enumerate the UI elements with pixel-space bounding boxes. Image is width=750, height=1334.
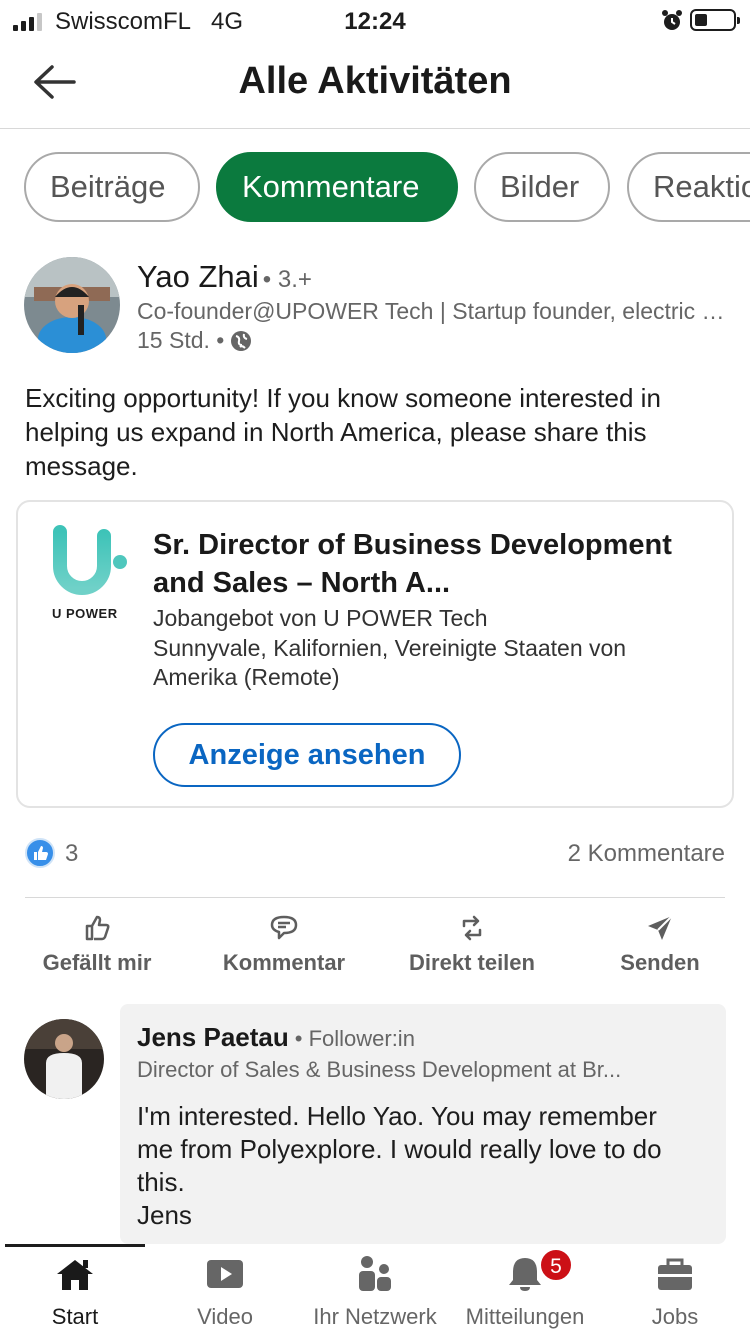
active-tab-indicator (5, 1244, 145, 1247)
comment-count[interactable]: 2 Kommentare (568, 840, 725, 868)
nav-jobs[interactable]: Jobs (630, 1252, 720, 1330)
repost-button[interactable]: Direkt teilen (395, 912, 549, 976)
comment-bubble[interactable]: Jens Paetau • Follower:in Director of Sal… (120, 1004, 726, 1244)
author-headline: Co-founder@UPOWER Tech | Startup founder… (137, 298, 732, 324)
network-icon (359, 1256, 391, 1291)
commenter-headline: Director of Sales & Business Development… (137, 1057, 622, 1082)
nav-video[interactable]: Video (180, 1252, 270, 1330)
video-icon (207, 1260, 243, 1288)
like-reaction-icon[interactable] (25, 838, 55, 868)
header: Alle Aktivitäten (0, 42, 750, 129)
clock: 12:24 (344, 8, 406, 35)
nav-network[interactable]: Ihr Netzwerk (302, 1252, 448, 1330)
status-bar: SwisscomFL 4G 12:24 (0, 0, 750, 42)
notification-badge: 5 (539, 1248, 573, 1282)
send-icon (648, 915, 673, 940)
filter-pills: Beiträge Kommentare Bilder Reaktionen (24, 152, 750, 222)
filter-pill-reaktionen[interactable]: Reaktionen (627, 152, 750, 222)
nav-jobs-label: Jobs (651, 1304, 699, 1329)
job-company: Jobangebot von U POWER Tech (153, 605, 488, 631)
connection-degree: • 3.+ (262, 266, 312, 293)
author-name[interactable]: Yao Zhai • 3.+ (137, 259, 312, 295)
nav-network-label: Ihr Netzwerk (313, 1304, 437, 1329)
alarm-icon (662, 10, 682, 30)
commenter-avatar[interactable] (24, 1019, 104, 1099)
battery-icon (690, 9, 740, 31)
commenter-name[interactable]: Jens Paetau • Follower:in (137, 1022, 415, 1053)
send-button[interactable]: Senden (608, 912, 712, 976)
post-meta: 15 Std. • (137, 327, 252, 354)
like-count[interactable]: 3 (65, 840, 78, 868)
job-title[interactable]: Sr. Director of Business Development and… (153, 526, 713, 602)
like-button[interactable]: Gefällt mir (30, 912, 164, 976)
company-logo: U POWER (48, 522, 134, 632)
comment-button[interactable]: Kommentar (210, 912, 358, 976)
logo-text: U POWER (52, 606, 118, 621)
job-card[interactable]: U POWER Sr. Director of Business Develop… (16, 500, 734, 808)
nav-start-label: Start (51, 1304, 99, 1329)
post-time: 15 Std. • (137, 327, 225, 353)
briefcase-icon (658, 1258, 692, 1290)
bottom-nav: Start Video Ihr Netzwerk Mitteilungen 5 (0, 1244, 750, 1334)
repost-button-label: Direkt teilen (409, 950, 535, 975)
like-button-label: Gefällt mir (42, 950, 152, 975)
nav-notifications-label: Mitteilungen (465, 1304, 585, 1329)
comment-text: I'm interested. Hello Yao. You may remem… (137, 1101, 662, 1230)
filter-pill-beitraege[interactable]: Beiträge (24, 152, 200, 222)
home-icon (57, 1260, 93, 1290)
divider (25, 897, 725, 898)
commenter-relation: • Follower:in (294, 1026, 415, 1051)
page-title: Alle Aktivitäten (238, 60, 512, 102)
commenter-name-text[interactable]: Jens Paetau (137, 1022, 289, 1052)
post-text: Exciting opportunity! If you know someon… (25, 383, 661, 481)
job-location: Sunnyvale, Kalifornien, Vereinigte Staat… (153, 635, 627, 690)
upower-logo-icon (53, 525, 127, 595)
globe-icon (231, 330, 252, 351)
author-avatar[interactable] (24, 257, 120, 353)
thumbs-up-icon (85, 915, 110, 941)
send-button-label: Senden (620, 950, 700, 975)
view-job-button[interactable]: Anzeige ansehen (153, 723, 461, 787)
filter-pill-kommentare[interactable]: Kommentare (216, 152, 458, 222)
repost-icon (462, 915, 482, 941)
comment-button-label: Kommentar (222, 950, 346, 975)
nav-video-label: Video (197, 1304, 253, 1329)
author-name-text[interactable]: Yao Zhai (137, 259, 259, 294)
nav-notifications[interactable]: Mitteilungen (452, 1252, 598, 1330)
nav-start[interactable]: Start (28, 1252, 122, 1330)
filter-pill-bilder[interactable]: Bilder (474, 152, 610, 222)
comment-icon (270, 915, 298, 940)
